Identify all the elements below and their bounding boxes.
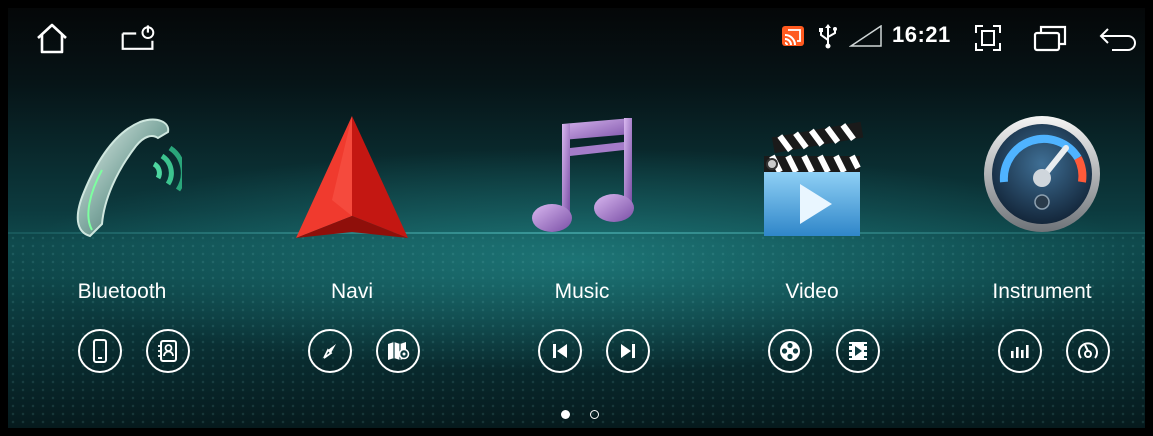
screen-off-icon [121, 25, 155, 50]
previous-track-button[interactable] [538, 329, 582, 373]
speedometer-button[interactable] [1066, 329, 1110, 373]
status-bar: 16:21 [8, 8, 1145, 64]
gauge-icon [984, 116, 1100, 232]
back-icon [1099, 28, 1136, 51]
app-navi: Navi [272, 112, 432, 412]
clapperboard-icon [764, 121, 864, 236]
video-file-button[interactable] [836, 329, 880, 373]
screen-off-button[interactable] [120, 20, 156, 56]
equalizer-icon [1011, 345, 1029, 358]
navi-app-button[interactable] [292, 112, 412, 244]
fullscreen-icon [975, 25, 1001, 51]
app-label: Instrument [992, 280, 1092, 303]
page-dot-2[interactable] [590, 410, 599, 419]
app-bluetooth: Bluetooth [42, 112, 202, 412]
home-button[interactable] [34, 20, 70, 56]
next-track-icon [621, 344, 635, 358]
recent-apps-button[interactable] [1032, 20, 1068, 56]
screenshot-button[interactable] [970, 20, 1006, 56]
film-reel-button[interactable] [768, 329, 812, 373]
page-indicator [8, 410, 1145, 422]
app-label: Music [554, 280, 610, 303]
clock: 16:21 [892, 22, 951, 47]
contacts-button[interactable] [146, 329, 190, 373]
launcher-screen: 16:21 Bluetooth Navi Music Video Instrum… [8, 8, 1145, 428]
navigation-arrow-icon [296, 116, 408, 238]
phone-icon [76, 118, 186, 238]
equalizer-button[interactable] [998, 329, 1042, 373]
video-app-button[interactable] [752, 112, 872, 244]
phone-button[interactable] [78, 329, 122, 373]
usb-indicator [816, 24, 840, 49]
home-icon [37, 23, 67, 54]
app-music: Music [502, 112, 662, 412]
signal-icon [849, 25, 882, 47]
app-label: Bluetooth [77, 280, 167, 303]
compass-button[interactable] [308, 329, 352, 373]
contacts-icon [158, 340, 177, 362]
cast-indicator [780, 24, 806, 48]
previous-track-icon [553, 344, 567, 358]
page-dot-1[interactable] [561, 410, 570, 419]
film-reel-icon [780, 341, 800, 361]
speedometer-icon [1078, 342, 1098, 359]
app-label: Navi [330, 280, 373, 303]
usb-icon [819, 24, 837, 49]
music-note-icon [532, 118, 634, 232]
signal-indicator [848, 24, 884, 48]
smartphone-icon [93, 339, 107, 363]
back-button[interactable] [1096, 20, 1140, 56]
bluetooth-app-button[interactable] [62, 112, 186, 244]
music-app-button[interactable] [522, 112, 642, 244]
app-video: Video [732, 112, 892, 412]
app-instrument: Instrument [962, 112, 1122, 412]
recent-apps-icon [1033, 25, 1067, 52]
map-button[interactable] [376, 329, 420, 373]
compass-icon [323, 344, 336, 359]
map-icon [388, 342, 410, 360]
video-file-icon [849, 342, 867, 360]
cast-icon [782, 26, 804, 46]
next-track-button[interactable] [606, 329, 650, 373]
app-label: Video [785, 280, 839, 303]
instrument-app-button[interactable] [982, 112, 1102, 244]
